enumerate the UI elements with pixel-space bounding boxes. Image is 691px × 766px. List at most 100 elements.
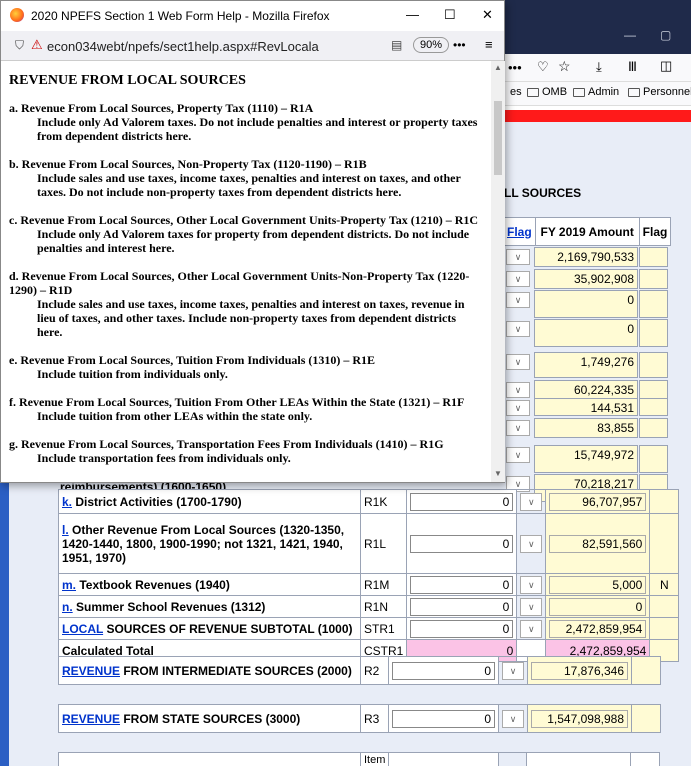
help-item: b. Revenue From Local Sources, Non-Prope… bbox=[9, 157, 483, 199]
help-item-title: g. Revenue From Local Sources, Transport… bbox=[9, 437, 444, 451]
page-actions-icon[interactable]: ••• bbox=[453, 38, 466, 52]
amount-input[interactable]: 0 bbox=[406, 513, 518, 574]
scroll-down-icon[interactable]: ▼ bbox=[494, 469, 502, 478]
firefox-icon bbox=[10, 8, 24, 22]
table-row: ∨ 0 bbox=[503, 290, 668, 320]
insecure-lock-icon[interactable]: ⚠ bbox=[31, 37, 43, 53]
row-code: R1M bbox=[359, 573, 408, 596]
amount-input[interactable]: 0 bbox=[406, 489, 518, 514]
bookmark-partial[interactable]: es bbox=[510, 86, 522, 98]
row-label: Summer School Revenues (1312) bbox=[72, 599, 266, 614]
row-description bbox=[58, 752, 361, 766]
maximize-icon[interactable]: ☐ bbox=[444, 7, 456, 23]
amount-input[interactable]: 0 bbox=[406, 595, 518, 618]
flag-select[interactable]: ∨ bbox=[516, 573, 547, 596]
help-item-body: Include sales and use taxes, income taxe… bbox=[37, 297, 465, 339]
revenue-link[interactable]: REVENUE bbox=[62, 664, 120, 678]
amount-input[interactable]: 0 bbox=[406, 573, 518, 596]
bookmark-star-icon[interactable]: ☆ bbox=[558, 58, 571, 75]
row-link[interactable]: n. bbox=[62, 600, 73, 614]
revenue-link[interactable]: REVENUE bbox=[62, 712, 120, 726]
table-row: n. Summer School Revenues (1312) R1N 0 ∨ 0 bbox=[58, 595, 680, 618]
fy2019-amount: 0 bbox=[545, 595, 651, 618]
bookmark-personnel[interactable]: Personnel bbox=[628, 86, 691, 98]
bookmark-omb[interactable]: OMB bbox=[527, 86, 567, 98]
help-item-body: Include sales and use taxes, income taxe… bbox=[37, 171, 461, 199]
sidebar-icon[interactable]: ◫ bbox=[660, 58, 672, 74]
minimize-icon[interactable]: — bbox=[406, 7, 419, 22]
flag-cell bbox=[649, 595, 680, 618]
folder-icon bbox=[628, 87, 640, 97]
amount-input[interactable]: 0 bbox=[406, 617, 518, 640]
bookmark-label: es bbox=[510, 86, 522, 98]
popup-scrollbar[interactable]: ▲ ▼ bbox=[491, 61, 505, 482]
flag-select[interactable]: ∨ bbox=[516, 595, 547, 618]
row-link[interactable]: l. bbox=[62, 523, 69, 537]
table-row: ∨ 83,855 bbox=[503, 418, 668, 440]
help-item-title: d. Revenue From Local Sources, Other Loc… bbox=[9, 269, 470, 297]
menu-icon[interactable]: ≡ bbox=[485, 37, 493, 52]
downloads-icon[interactable]: ⤓ bbox=[596, 59, 602, 75]
row-link[interactable]: k. bbox=[62, 495, 72, 509]
bookmark-label: Admin bbox=[588, 86, 620, 98]
help-item-title: c. Revenue From Local Sources, Other Loc… bbox=[9, 213, 479, 227]
help-item-title: h. Revenue From Local Sources, Transport… bbox=[9, 479, 483, 482]
item-header: Item bbox=[359, 752, 390, 766]
flag-cell bbox=[639, 398, 668, 416]
zoom-level-badge[interactable]: 90% bbox=[413, 37, 450, 53]
row-label: FROM INTERMEDIATE SOURCES (2000) bbox=[120, 663, 352, 678]
row-label: District Activities (1700-1790) bbox=[72, 494, 242, 509]
pocket-icon[interactable]: ♡ bbox=[537, 59, 549, 75]
library-icon[interactable]: Ⅲ bbox=[628, 59, 637, 75]
scrollbar-thumb[interactable] bbox=[494, 101, 502, 175]
row-description: REVENUE FROM INTERMEDIATE SOURCES (2000) bbox=[58, 656, 361, 685]
close-icon[interactable]: ✕ bbox=[482, 7, 493, 23]
flag-cell bbox=[639, 247, 668, 267]
fy2019-amount: 15,749,972 bbox=[534, 445, 638, 473]
page-actions-icon[interactable]: ••• bbox=[508, 60, 522, 75]
flag-cell bbox=[649, 617, 680, 640]
help-item-title: f. Revenue From Local Sources, Tuition F… bbox=[9, 395, 465, 409]
row-link[interactable]: LOCAL bbox=[62, 622, 103, 636]
flag-header[interactable]: Flag bbox=[503, 217, 536, 246]
fy2019-header: FY 2019 Amount bbox=[534, 217, 640, 246]
maximize-icon[interactable]: ▢ bbox=[660, 28, 671, 42]
folder-icon bbox=[573, 87, 585, 97]
flag-select[interactable]: ∨ bbox=[506, 420, 530, 436]
help-item-body: Include tuition from individuals only. bbox=[37, 367, 228, 381]
section-heading: LL SOURCES bbox=[504, 186, 582, 200]
row-description: n. Summer School Revenues (1312) bbox=[58, 595, 361, 618]
flag-select[interactable]: ∨ bbox=[516, 513, 547, 574]
flag-select[interactable]: ∨ bbox=[516, 489, 547, 514]
fy2019-amount: 2,169,790,533 bbox=[534, 247, 638, 267]
flag-select[interactable]: ∨ bbox=[506, 271, 530, 287]
flag-select[interactable]: ∨ bbox=[498, 704, 528, 733]
scroll-up-icon[interactable]: ▲ bbox=[494, 63, 502, 72]
flag-select[interactable]: ∨ bbox=[506, 447, 530, 463]
amount-input[interactable]: 0 bbox=[388, 656, 499, 685]
flag-cell bbox=[639, 445, 668, 473]
popup-title-bar: 2020 NPEFS Section 1 Web Form Help - Moz… bbox=[1, 1, 504, 31]
flag-select[interactable]: ∨ bbox=[506, 249, 530, 265]
flag-select[interactable]: ∨ bbox=[498, 656, 528, 685]
flag-select[interactable]: ∨ bbox=[506, 354, 530, 370]
bookmark-label: OMB bbox=[542, 86, 568, 98]
help-item: e. Revenue From Local Sources, Tuition F… bbox=[9, 353, 483, 381]
revenue-table: k. District Activities (1700-1790) R1K 0 ∨ 9… bbox=[58, 489, 680, 662]
reader-view-icon[interactable]: ▤ bbox=[391, 38, 402, 52]
shield-icon[interactable]: ⛉ bbox=[15, 38, 24, 53]
flag-select[interactable]: ∨ bbox=[506, 321, 530, 337]
flag-select[interactable]: ∨ bbox=[506, 382, 530, 398]
amount-input[interactable]: 0 bbox=[388, 704, 499, 733]
flag-cell bbox=[639, 290, 668, 318]
flag-select[interactable]: ∨ bbox=[506, 292, 530, 308]
row-code: R1K bbox=[359, 489, 408, 514]
popup-url[interactable]: econ034webt/npefs/sect1help.aspx#RevLoca… bbox=[47, 39, 319, 54]
flag-cell bbox=[639, 380, 668, 400]
bookmark-admin[interactable]: Admin bbox=[573, 86, 619, 98]
help-item-title: b. Revenue From Local Sources, Non-Prope… bbox=[9, 157, 367, 171]
flag-select[interactable]: ∨ bbox=[506, 400, 530, 416]
flag-select[interactable]: ∨ bbox=[516, 617, 547, 640]
row-link[interactable]: m. bbox=[62, 578, 76, 592]
minimize-icon[interactable]: — bbox=[624, 28, 636, 42]
